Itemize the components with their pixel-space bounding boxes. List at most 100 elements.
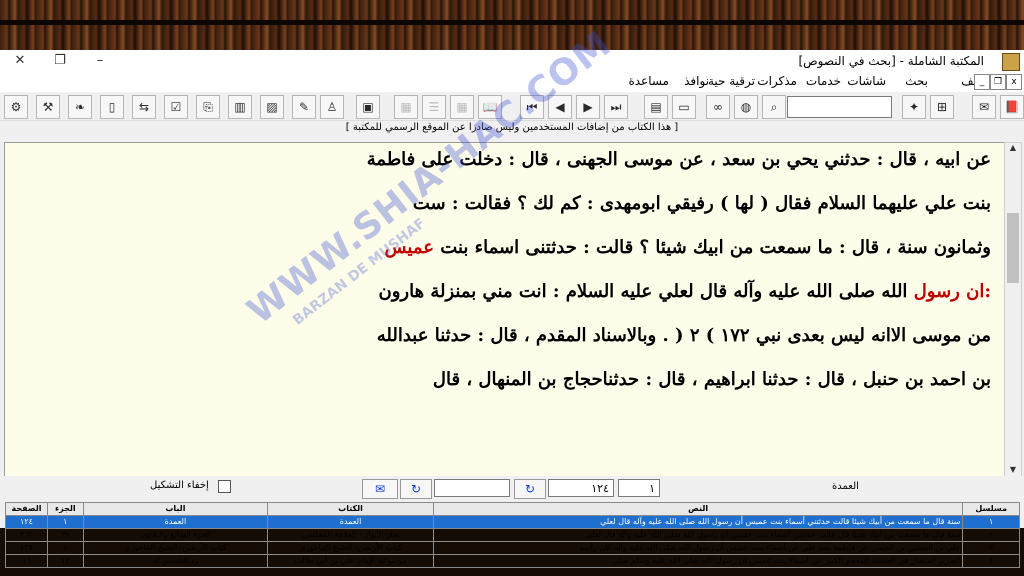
pencil-icon[interactable]: ✎ [292,95,316,119]
refresh-left-button[interactable]: ↻ [400,479,432,499]
minimize-icon[interactable]: – [80,50,120,72]
table-cell: ٢ [962,528,1020,542]
check-icon[interactable]: ☑ [164,95,188,119]
disabled-list-icon: ☰ [422,95,446,119]
refresh-right-button[interactable]: ↻ [514,479,546,499]
menu-live-update[interactable]: ترقية حية [708,74,755,88]
mdi-minimize-icon[interactable]: _ [974,74,990,90]
new-document-icon[interactable]: ▯ [100,95,124,119]
table-row[interactable]: ٤ كصرير المنشار في الخشبة المعجم الكبير ع… [5,554,1020,568]
search-controls-row: إخفاء التشكيل ✉ ↻ ↻ ١٢٤ ١ العمدة [0,476,1024,500]
scroll-thumb[interactable] [1007,213,1019,283]
hide-tashkeel-label: إخفاء التشكيل [150,480,209,491]
page-number-input[interactable]: ١٢٤ [548,479,614,497]
toolbar-search-input[interactable] [787,96,892,118]
new-folder-icon[interactable]: ✦ [902,95,926,119]
table-cell: سنة قال ما سمعت من أبيك شيئا قالت حدثتني… [432,515,964,529]
next-page-icon[interactable]: ▶ [576,95,600,119]
copy-icon[interactable]: ⎘ [196,95,220,119]
save-icon[interactable]: ▥ [228,95,252,119]
vertical-scrollbar[interactable]: ▲ ▼ [1004,142,1022,480]
table-cell: موسوعة الإمام علي بن أبي طالب [267,554,434,568]
leaf-icon[interactable]: ❧ [68,95,92,119]
text-segment: بن احمد بن حنبل ، قال : حدثنا ابراهيم ، … [432,369,991,390]
text-segment: من موسى الاانه ليس بعدى نبي ١٧٢ ) ٢ ( . … [376,325,991,346]
table-cell: رد الشمس له [82,554,269,568]
text-line: من موسى الاانه ليس بعدى نبي ١٧٢ ) ٢ ( . … [377,325,991,346]
table-cell: ٣ [962,541,1020,555]
close-icon[interactable]: ✕ [0,50,40,72]
mdi-close-icon[interactable]: x [1006,74,1022,90]
settings-icon[interactable]: ⚙ [4,95,28,119]
globe-icon[interactable]: ◍ [734,95,758,119]
column-header[interactable]: مسلسل [962,502,1020,516]
table-cell: كتاب الأربعين- الشيخ الماحوزي [267,541,434,555]
search-term-input[interactable] [434,479,510,497]
count-label: العمدة [832,481,859,492]
column-header[interactable]: الجزء [47,502,84,516]
text-line: بن احمد بن حنبل ، قال : حدثنا ابراهيم ، … [433,369,991,390]
open-book-icon[interactable]: ✉ [972,95,996,119]
table-cell: سنة قال ما سمعت من أبيك شيئا قال قالت حد… [432,528,964,542]
text-segment: وثمانون سنة ، قال : ما سمعت من ابيك شيئا… [434,237,991,258]
text-line: :ان رسول الله صلى الله عليه وآله قال لعل… [379,281,991,302]
menu-notes[interactable]: مذكرات [757,74,797,88]
open-folder-icon[interactable]: ▭ [672,95,696,119]
tree-icon[interactable]: ⊞ [930,95,954,119]
properties-icon[interactable]: ▣ [356,95,380,119]
menu-screens[interactable]: شاشات [847,74,886,88]
table-cell: كتاب الأربعين- الشيخ الماحوزي [82,541,269,555]
title-bar: المكتبة الشاملة - [بحث في النصوص] ✕ ❐ – [0,50,1024,72]
app-logo-icon [1002,53,1020,71]
table-cell: ٤٣٧ [5,541,48,555]
text-line: وثمانون سنة ، قال : ما سمعت من ابيك شيئا… [384,237,991,258]
disabled-grid-icon: ▦ [394,95,418,119]
table-row[interactable]: ٣ علي بن الحسين بن الحسن عن فاطمة بنت علي… [5,541,1020,555]
menu-windows[interactable]: نوافذ [684,74,709,88]
disabled-tool-icon: ▦ [450,95,474,119]
column-header[interactable]: الباب [82,502,269,516]
book-view-button[interactable]: ✉ [362,479,398,499]
table-cell: ١٢٤ [5,515,48,529]
table-cell: ٣٦٢ [5,528,48,542]
book-text-area[interactable]: عن ابيه ، قال : حدثني يحي بن سعد ، عن مو… [4,142,1006,478]
highlighted-text: :ان رسول [913,281,991,302]
search-results-table: مسلسل النص الكتاب الباب الجزء الصفحة ١ سنة قال… [5,502,1020,568]
windows-icon[interactable]: ▤ [644,95,668,119]
table-cell: ١ [962,515,1020,529]
menu-services[interactable]: خدمات [806,74,841,88]
column-header[interactable]: الصفحة [5,502,48,516]
last-page-icon[interactable]: ⏭ [604,95,628,119]
table-cell: ٤ [962,554,1020,568]
text-line: بنت علي عليهما السلام فقال ( لها ) رفيقي… [413,193,991,214]
table-row[interactable]: ٢ سنة قال ما سمعت من أبيك شيئا قال قالت ح… [5,528,1020,542]
hide-tashkeel-checkbox[interactable] [218,480,231,493]
scroll-up-icon[interactable]: ▲ [1005,143,1021,157]
table-cell: ٣٧ [47,528,84,542]
search-tool-icon[interactable]: ⌕ [762,95,786,119]
image-icon[interactable]: ▨ [260,95,284,119]
menu-help[interactable]: مساعدة [628,74,669,88]
column-header[interactable]: الكتاب [267,502,434,516]
maximize-icon[interactable]: ❐ [40,50,80,72]
column-header[interactable]: النص [432,502,964,516]
compare-icon[interactable]: ⇆ [132,95,156,119]
binoculars-icon[interactable]: ∞ [706,95,730,119]
table-row[interactable]: ١ سنة قال ما سمعت من أبيك شيئا قالت حدثتن… [5,515,1020,529]
tree-view-icon[interactable]: ♙ [320,95,344,119]
text-segment: بنت علي عليهما السلام فقال ( لها ) رفيقي… [412,193,991,214]
table-cell: ١٦ [5,554,48,568]
table-cell: بحار الأنوار - العلامة المجلسي [267,528,434,542]
tools-icon[interactable]: ⚒ [36,95,60,119]
table-cell: علي بن الحسين بن الحسن عن فاطمة بنت علي … [432,541,964,555]
table-cell: كصرير المنشار في الخشبة المعجم الكبير عن… [432,554,964,568]
book-icon[interactable]: 📕 [1000,95,1024,119]
menu-search[interactable]: بحث [905,74,928,88]
table-cell: العمدة [82,515,269,529]
table-cell: الجزء السابع والثلاثون [82,528,269,542]
background-bookshelf [0,0,1024,50]
mdi-restore-icon[interactable]: ❐ [990,74,1006,90]
table-cell: ١ [47,541,84,555]
table-cell: العمدة [267,515,434,529]
part-number-input[interactable]: ١ [618,479,660,497]
